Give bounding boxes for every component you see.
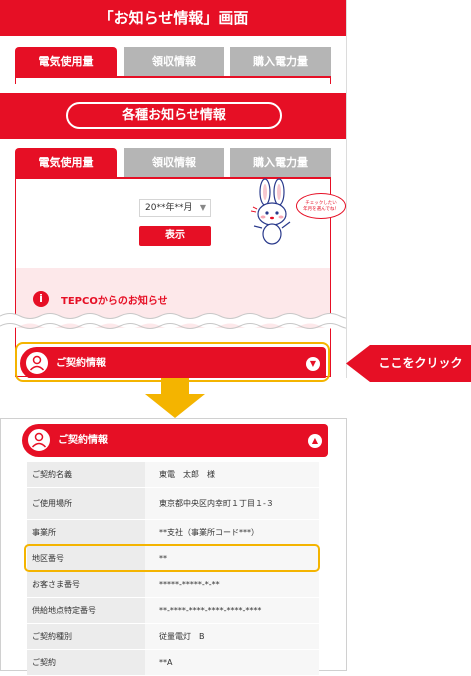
tab-purchased-power-main[interactable]: 購入電力量	[230, 148, 331, 177]
tab-receipt-info[interactable]: 領収情報	[124, 47, 224, 76]
rabbit-mascot-icon	[250, 178, 291, 245]
contract-info-accordion-open[interactable]: ご契約情報 ▲	[22, 424, 328, 457]
chevron-down-icon: ▼	[199, 203, 206, 212]
row-value: 従量電灯 B	[145, 624, 319, 650]
row-label: 事業所	[27, 520, 145, 546]
table-row: ご契約種別 従量電灯 B	[27, 624, 319, 650]
row-label: ご契約	[27, 650, 145, 676]
contract-info-label: ご契約情報	[58, 435, 108, 446]
row-label: お客さま番号	[27, 572, 145, 598]
table-row: お客さま番号 *****-*****-*-**	[27, 572, 319, 598]
show-button[interactable]: 表示	[139, 226, 211, 246]
mascot-speech-bubble: チェックしたい 年月を選んでね！	[296, 193, 346, 219]
row-value: 東電 太郎 様	[145, 462, 319, 488]
table-row: 事業所 **支社（事業所コード***）	[27, 520, 319, 546]
row-label: 供給地点特定番号	[27, 598, 145, 624]
callout-text: ここをクリック	[378, 356, 463, 370]
tab-purchased-power[interactable]: 購入電力量	[230, 47, 331, 76]
highlight-box	[15, 342, 330, 382]
table-row: 供給地点特定番号 **-****-****-****-****-****	[27, 598, 319, 624]
month-select[interactable]: 20**年**月 ▼	[139, 199, 211, 217]
panel-edge	[15, 76, 331, 84]
row-label: ご契約名義	[27, 462, 145, 488]
screen-title: 「お知らせ情報」画面	[98, 9, 249, 27]
table-row: ご使用場所 東京都中央区内幸町１丁目１-３	[27, 488, 319, 520]
arrow-down-icon	[145, 378, 205, 418]
tab-electricity-usage-main[interactable]: 電気使用量	[15, 148, 117, 177]
row-label: ご契約種別	[27, 624, 145, 650]
click-here-callout: ここをクリック	[346, 345, 471, 382]
row-value: 東京都中央区内幸町１丁目１-３	[145, 488, 319, 520]
row-value: **支社（事業所コード***）	[145, 520, 319, 546]
notice-banner-title: 各種お知らせ情報	[66, 102, 282, 129]
row-value: **-****-****-****-****-****	[145, 598, 319, 624]
row-label: ご使用場所	[27, 488, 145, 520]
chevron-up-icon: ▲	[308, 434, 322, 448]
tab-receipt-info-main[interactable]: 領収情報	[124, 148, 224, 177]
highlight-box	[24, 544, 320, 572]
month-select-value: 20**年**月	[145, 203, 193, 213]
cut-separator	[0, 313, 346, 329]
row-value: **A	[145, 650, 319, 676]
tab-electricity-usage[interactable]: 電気使用量	[15, 47, 117, 76]
table-row: ご契約 **A	[27, 650, 319, 676]
table-row: ご契約名義 東電 太郎 様	[27, 462, 319, 488]
person-icon	[26, 427, 52, 453]
tepco-notice-label[interactable]: TEPCOからのお知らせ	[61, 292, 168, 307]
notice-screen: 「お知らせ情報」画面 電気使用量 領収情報 購入電力量 各種お知らせ情報 電気使…	[0, 0, 347, 378]
info-icon: i	[33, 291, 49, 307]
row-value: *****-*****-*-**	[145, 572, 319, 598]
screen-title-bar: 「お知らせ情報」画面	[0, 0, 346, 36]
